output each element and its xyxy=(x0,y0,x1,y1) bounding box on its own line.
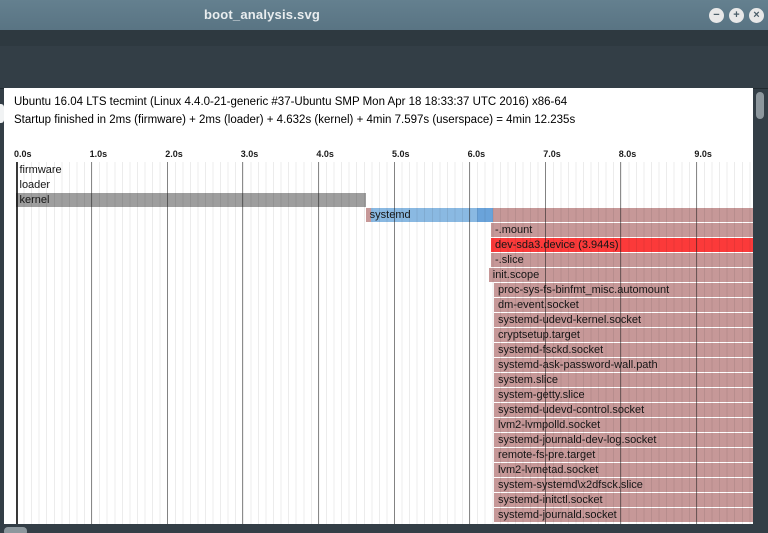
bar-segment xyxy=(477,208,493,222)
row-label: loader xyxy=(20,178,51,192)
axis-tick-label: 3.0s xyxy=(241,149,259,159)
row-label: cryptsetup.target xyxy=(498,328,580,342)
row-label: dev-sda3.device (3.944s) xyxy=(495,238,619,252)
bar-segment xyxy=(491,253,753,267)
row-label: firmware xyxy=(20,163,62,177)
row-label: systemd xyxy=(370,208,411,222)
row-label: proc-sys-fs-binfmt_misc.automount xyxy=(498,283,669,297)
menu-strip xyxy=(0,30,768,46)
close-button[interactable]: × xyxy=(749,8,764,23)
minimize-button[interactable]: − xyxy=(709,8,724,23)
horizontal-scrollbar-thumb[interactable] xyxy=(4,527,27,533)
row-label: kernel xyxy=(20,193,50,207)
axis-tick-label: 5.0s xyxy=(392,149,410,159)
bar-segment xyxy=(16,193,366,207)
window-title: boot_analysis.svg xyxy=(162,7,362,22)
bar-segment xyxy=(493,208,753,222)
row-label: systemd-journald-dev-log.socket xyxy=(498,433,656,447)
vertical-scrollbar-thumb[interactable] xyxy=(756,92,764,119)
row-label: systemd-fsckd.socket xyxy=(498,343,603,357)
row-label: system.slice xyxy=(498,373,558,387)
row-label: remote-fs-pre.target xyxy=(498,448,595,462)
boot-header-line2: Startup finished in 2ms (firmware) + 2ms… xyxy=(14,114,575,126)
axis-tick-label: 1.0s xyxy=(90,149,108,159)
axis-tick-label: 9.0s xyxy=(694,149,712,159)
image-viewport[interactable]: Ubuntu 16.04 LTS tecmint (Linux 4.4.0-21… xyxy=(4,88,753,524)
row-label: lvm2-lvmpolld.socket xyxy=(498,418,600,432)
toolbar: − 1 ↺ ↻ xyxy=(0,46,768,89)
axis-tick-label: 2.0s xyxy=(165,149,183,159)
major-gridline xyxy=(16,162,18,524)
major-gridline xyxy=(242,162,243,524)
row-label: systemd-journald.socket xyxy=(498,508,617,522)
axis-tick-label: 4.0s xyxy=(316,149,334,159)
major-gridline xyxy=(91,162,92,524)
major-gridline xyxy=(167,162,168,524)
row-label: systemd-initctl.socket xyxy=(498,493,603,507)
major-gridline xyxy=(318,162,319,524)
row-label: dm-event.socket xyxy=(498,298,579,312)
row-label: -.slice xyxy=(495,253,524,267)
row-label: system-systemd\x2dfsck.slice xyxy=(498,478,643,492)
row-label: systemd-udevd-control.socket xyxy=(498,403,644,417)
row-label: systemd-udevd-kernel.socket xyxy=(498,313,641,327)
maximize-button[interactable]: + xyxy=(729,8,744,23)
row-label: init.scope xyxy=(493,268,539,282)
axis-tick-label: 7.0s xyxy=(543,149,561,159)
boot-header-line1: Ubuntu 16.04 LTS tecmint (Linux 4.4.0-21… xyxy=(14,96,567,108)
window-titlebar[interactable]: boot_analysis.svg − + × xyxy=(0,0,768,31)
row-label: lvm2-lvmetad.socket xyxy=(498,463,598,477)
axis-tick-label: 8.0s xyxy=(619,149,637,159)
axis-tick-label: 6.0s xyxy=(468,149,486,159)
row-label: -.mount xyxy=(495,223,532,237)
row-label: systemd-ask-password-wall.path xyxy=(498,358,658,372)
row-label: system-getty.slice xyxy=(498,388,585,402)
axis-tick-label: 0.0s xyxy=(14,149,32,159)
